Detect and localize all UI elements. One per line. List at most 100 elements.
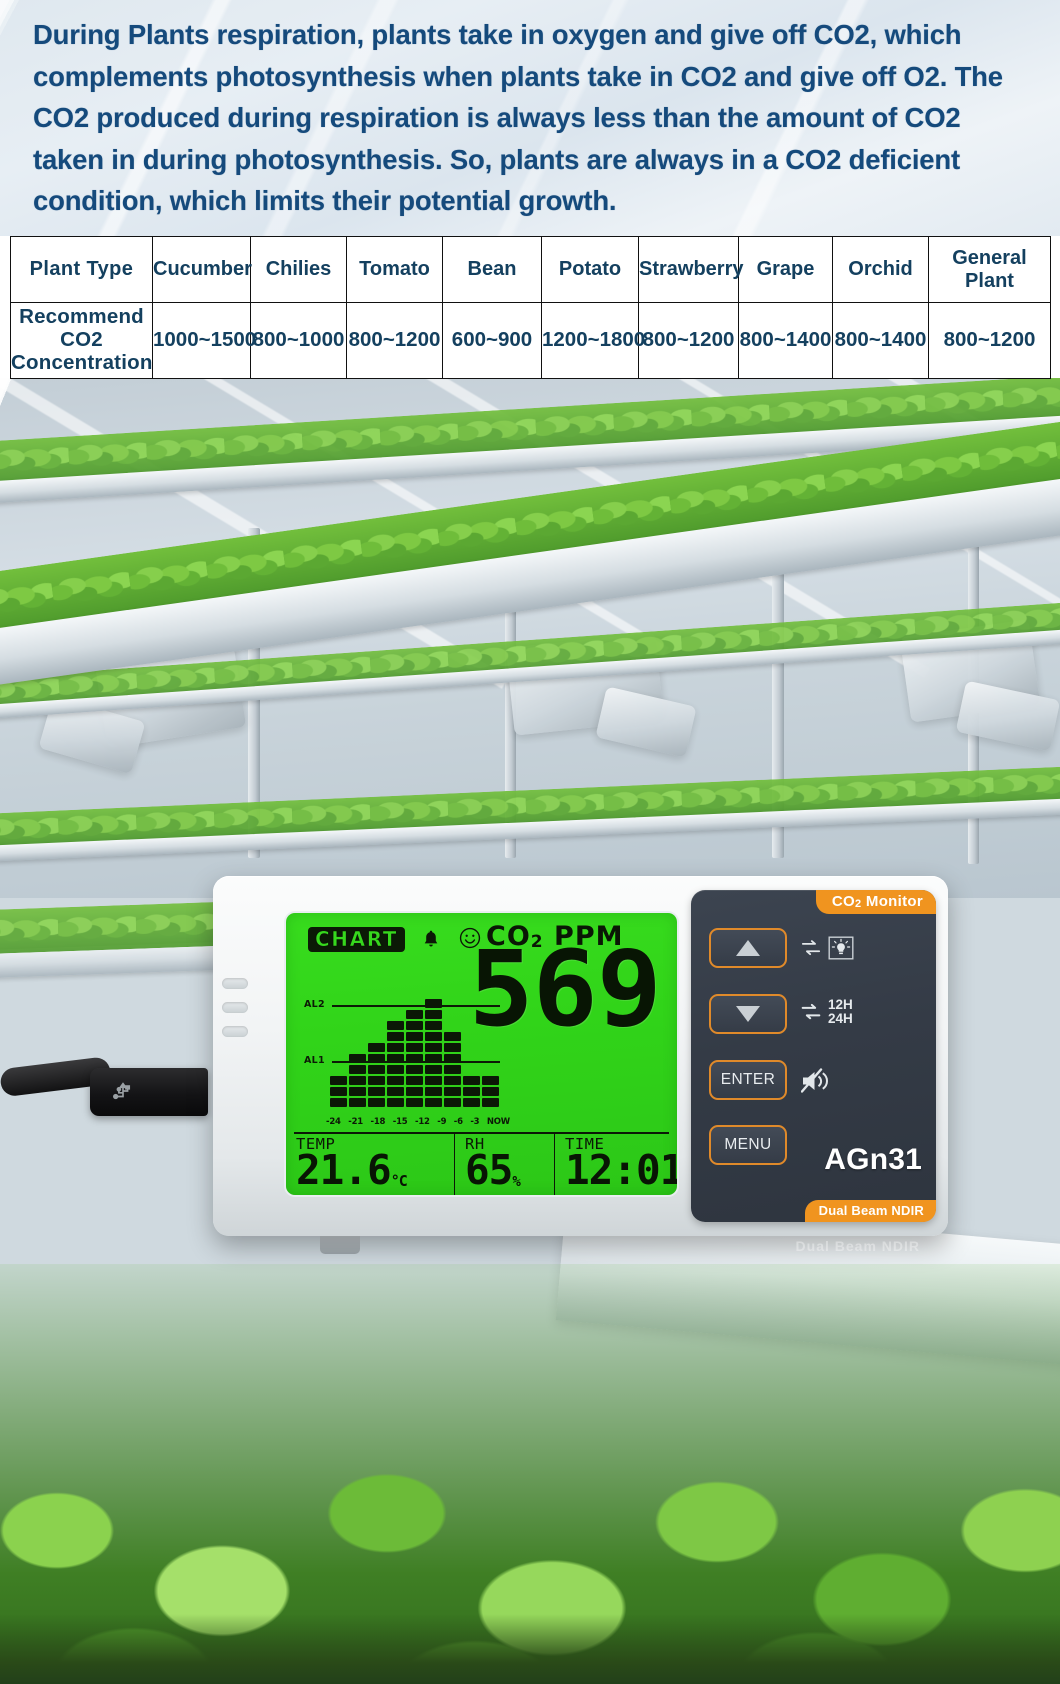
- bar-segment: [406, 1043, 423, 1052]
- alarm-bell-icon: [424, 930, 438, 947]
- hour-format-label: 12H 24H: [828, 997, 853, 1026]
- value-tomato: 800~1200: [346, 302, 443, 379]
- history-bar: [387, 1021, 404, 1107]
- history-bar: [368, 1043, 385, 1107]
- bar-segment: [425, 1087, 442, 1096]
- bar-segment: [406, 1087, 423, 1096]
- al2-label: AL2: [304, 999, 325, 1010]
- vent-slot: [222, 978, 248, 989]
- header-tomato: Tomato: [346, 236, 443, 303]
- lcd-screen: CHART CO2 PPM 569 AL2 AL1 -24 -21 -18 -1…: [286, 913, 677, 1195]
- product-infographic-page: During Plants respiration, plants take i…: [0, 0, 1060, 1684]
- down-button[interactable]: [709, 994, 787, 1034]
- bar-segment: [406, 1098, 423, 1107]
- history-bar: [406, 1010, 423, 1107]
- rh-unit: %: [512, 1174, 521, 1191]
- x-tick-label: -21: [348, 1117, 364, 1127]
- temperature-cell: TEMP 21.6°C: [286, 1134, 454, 1195]
- bar-segment: [387, 1098, 404, 1107]
- backlight-bulb-icon: [828, 936, 854, 960]
- triangle-up-icon: [736, 940, 760, 956]
- x-tick-label: NOW: [486, 1117, 510, 1127]
- history-bar: [463, 1076, 480, 1107]
- header-orchid: Orchid: [832, 236, 929, 303]
- table-value-row: Recommend CO2 Concentration 1000~1500 80…: [10, 302, 1051, 379]
- history-bar: [330, 1076, 347, 1107]
- hour-format-toggle-hint: 12H 24H: [801, 997, 853, 1026]
- table-header-row: Plant Type Cucumber Chilies Tomato Bean …: [10, 236, 1051, 303]
- bar-segment: [387, 1054, 404, 1063]
- bar-segment: [425, 1043, 442, 1052]
- bar-segment: [463, 1076, 480, 1085]
- bar-segment: [387, 1087, 404, 1096]
- co2-monitor-device: CHART CO2 PPM 569 AL2 AL1 -24 -21 -18 -1…: [213, 876, 948, 1254]
- bar-segment: [368, 1043, 385, 1052]
- bar-segment: [368, 1065, 385, 1074]
- hour-format-12h: 12H: [828, 997, 853, 1012]
- mute-buzzer-hint: [801, 1068, 835, 1094]
- bar-segment: [425, 1098, 442, 1107]
- menu-button[interactable]: MENU: [709, 1125, 787, 1165]
- bar-segment: [406, 1021, 423, 1030]
- rh-value: 65: [465, 1146, 513, 1195]
- x-tick-label: -24: [326, 1117, 341, 1127]
- bar-segment: [444, 1087, 461, 1096]
- swap-arrows-icon: [801, 940, 821, 956]
- value-grape: 800~1400: [738, 302, 833, 379]
- header-potato: Potato: [541, 236, 639, 303]
- temp-unit: °C: [390, 1172, 408, 1191]
- value-chilies: 800~1000: [250, 302, 347, 379]
- bar-segment: [406, 1032, 423, 1041]
- bar-segment: [444, 1076, 461, 1085]
- bar-segment: [330, 1098, 347, 1107]
- enter-button[interactable]: ENTER: [709, 1060, 787, 1100]
- bar-segment: [406, 1054, 423, 1063]
- bar-segment: [425, 1010, 442, 1019]
- bar-segment: [425, 1054, 442, 1063]
- humidity-cell: RH 65%: [454, 1134, 554, 1195]
- vent-slot: [222, 1026, 248, 1037]
- x-tick-label: -15: [392, 1117, 408, 1127]
- ndir-tag: Dual Beam NDIR: [804, 1200, 936, 1222]
- temp-value: 21.6: [296, 1146, 392, 1195]
- device-side-vents: [222, 978, 248, 1056]
- ndir-ghost-text: Dual Beam NDIR: [795, 1238, 920, 1254]
- history-x-axis: -24 -21 -18 -15 -12 -9 -6 -3 NOW: [326, 1117, 510, 1127]
- x-tick-label: -18: [370, 1117, 386, 1127]
- up-button[interactable]: [709, 928, 787, 968]
- backlight-toggle-hint: [801, 936, 854, 960]
- x-tick-label: -9: [437, 1117, 447, 1127]
- bar-segment: [406, 1065, 423, 1074]
- bar-segment: [463, 1098, 480, 1107]
- bar-segment: [387, 1076, 404, 1085]
- swap-arrows-icon: [801, 1004, 821, 1020]
- bar-segment: [482, 1087, 499, 1096]
- soil-bed: [0, 1614, 1060, 1684]
- row-label-recommend-co2: Recommend CO2 Concentration: [10, 302, 153, 379]
- bar-segment: [444, 1043, 461, 1052]
- co2-history-chart: AL2 AL1 -24 -21 -18 -15 -12 -9 -6 -3 NOW: [300, 961, 510, 1129]
- bar-segment: [425, 1065, 442, 1074]
- rh-value-wrap: 65%: [465, 1150, 554, 1191]
- bar-segment: [425, 1076, 442, 1085]
- bar-segment: [368, 1087, 385, 1096]
- history-bar: [425, 999, 442, 1107]
- bar-segment: [444, 1098, 461, 1107]
- time-value: 12:01: [565, 1146, 677, 1195]
- usb-icon: [113, 1082, 131, 1100]
- tag-monitor: Monitor: [861, 893, 923, 910]
- bar-segment: [482, 1076, 499, 1085]
- header-strawberry: Strawberry: [638, 236, 744, 303]
- history-bar-group: [330, 979, 506, 1107]
- bar-segment: [425, 1021, 442, 1030]
- al1-label: AL1: [304, 1055, 325, 1066]
- bar-segment: [444, 1054, 461, 1063]
- bar-segment: [368, 1098, 385, 1107]
- bar-segment: [444, 1065, 461, 1074]
- value-bean: 600~900: [442, 302, 542, 379]
- header-bean: Bean: [442, 236, 542, 303]
- bar-segment: [387, 1021, 404, 1030]
- vent-slot: [222, 1002, 248, 1013]
- value-orchid: 800~1400: [832, 302, 929, 379]
- value-strawberry: 800~1200: [638, 302, 739, 379]
